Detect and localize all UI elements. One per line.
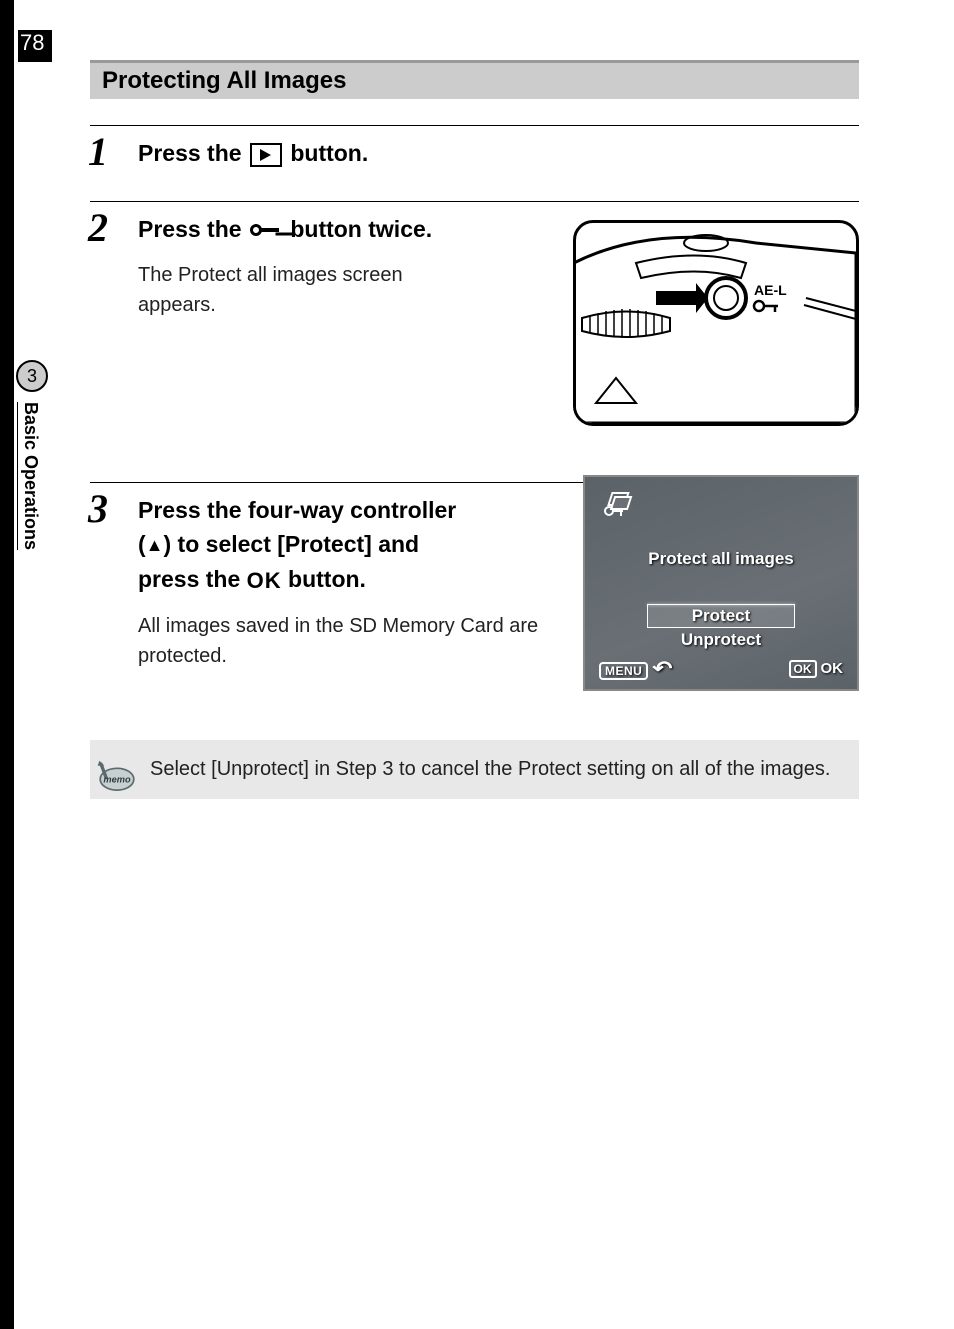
protect-key-icon	[250, 221, 282, 239]
page-number: 78	[18, 30, 52, 62]
step-number: 1	[88, 128, 108, 175]
text: Press the	[138, 140, 248, 166]
svg-text:memo: memo	[103, 775, 131, 785]
step-1-heading: Press the button.	[138, 136, 859, 171]
ok-button-icon: OK	[247, 564, 282, 597]
text: button.	[282, 566, 366, 592]
lcd-ok-indicator: OKOK	[789, 660, 844, 678]
step-2-body: The Protect all images screen appears.	[138, 260, 458, 320]
text: (	[138, 531, 146, 557]
section-heading-bar: Protecting All Images	[90, 60, 859, 99]
back-arrow-icon	[652, 662, 671, 679]
memo-text: Select [Unprotect] in Step 3 to cancel t…	[150, 758, 830, 780]
playback-icon	[250, 143, 282, 167]
text: button twice.	[290, 216, 432, 242]
lcd-title: Protect all images	[585, 549, 857, 569]
chapter-title: Basic Operations	[20, 402, 41, 550]
protect-all-icon	[603, 491, 637, 524]
menu-label: MENU	[599, 662, 648, 680]
step-3-body: All images saved in the SD Memory Card a…	[138, 611, 558, 671]
camera-illustration: AE-L	[573, 220, 859, 426]
ok-box-label: OK	[789, 660, 817, 678]
page-edge-stripe	[0, 0, 14, 1329]
chapter-number-badge: 3	[16, 360, 48, 392]
lcd-option-unprotect: Unprotect	[585, 630, 857, 650]
text: press the	[138, 566, 247, 592]
lcd-option-protect: Protect	[647, 605, 796, 628]
text: ) to select [Protect] and	[164, 531, 420, 557]
text: button.	[290, 140, 368, 166]
step-1: 1 Press the button.	[90, 125, 859, 171]
section-heading: Protecting All Images	[90, 67, 347, 95]
text: Press the	[138, 216, 248, 242]
ael-label: AE-L	[754, 282, 787, 298]
ok-label: OK	[821, 660, 844, 677]
memo-icon: memo	[96, 754, 138, 796]
memo-box: memo Select [Unprotect] in Step 3 to can…	[90, 740, 859, 799]
step-3-heading: Press the four-way controller (▲) to sel…	[138, 493, 558, 597]
lcd-screen-illustration: Protect all images Protect Unprotect MEN…	[583, 475, 859, 691]
step-number: 2	[88, 204, 108, 251]
step-number: 3	[88, 485, 108, 532]
chapter-side-tab: 3 Basic Operations	[18, 360, 50, 580]
text: Press the four-way controller	[138, 497, 456, 523]
up-arrow-icon: ▲	[146, 532, 164, 559]
lcd-menu-indicator: MENU	[599, 656, 671, 681]
